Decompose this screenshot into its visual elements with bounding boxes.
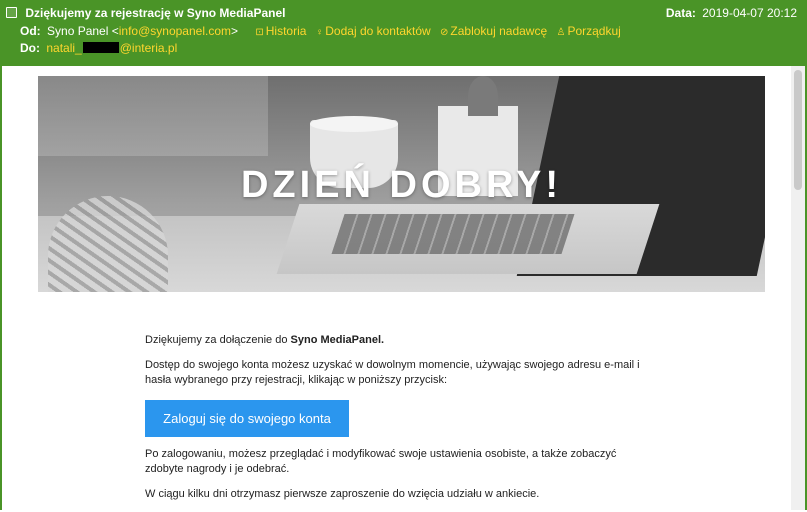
redaction-block [82,42,119,53]
from-name: Syno Panel [47,24,109,38]
add-contact-link[interactable]: ♀ Dodaj do kontaktów [316,24,431,38]
paragraph-thanks: Dziękujemy za dołączenie do Syno MediaPa… [145,334,385,346]
message-subject: Dziękujemy za rejestrację w Syno MediaPa… [25,6,286,20]
date-value: 2019-04-07 20:12 [702,6,797,20]
block-icon: ⊘ [440,27,449,38]
scrollbar-thumb[interactable] [794,70,802,190]
history-icon: ⊡ [255,27,264,38]
message-header: Dziękujemy za rejestrację w Syno MediaPa… [0,0,807,66]
header-actions: ⊡ Historia ♀ Dodaj do kontaktów ⊘ Zablokuj … [249,24,620,38]
hero-window-shape [38,76,268,156]
hero-plant-leaf [468,76,498,116]
to-email-link[interactable]: natali_ @interia.pl [46,41,177,55]
tidy-icon: ♙ [556,27,566,38]
from-label: Od: [20,24,41,38]
vertical-scrollbar[interactable] [791,66,805,510]
brand-name: Syno MediaPanel. [290,334,385,346]
hero-chair-shape [48,196,168,292]
date-row: Data: 2019-04-07 20:12 [666,5,797,21]
add-contact-icon: ♀ [315,27,324,38]
hero-keyboard [331,214,575,254]
to-row: Do: natali_ @interia.pl [20,40,177,56]
paragraph-access: Dostęp do swojego konta możesz uzyskać w… [145,359,640,386]
from-row: Od: Syno Panel <info@synopanel.com> ⊡ His… [20,24,621,38]
message-content: Dziękujemy za dołączenie do Syno MediaPa… [145,333,655,512]
to-label: Do: [20,41,40,55]
login-button[interactable]: Zaloguj się do swojego konta [145,400,349,437]
hero-title: DZIEŃ DOBRY! [240,164,563,206]
hero-banner: DZIEŃ DOBRY! [38,76,765,292]
from-email-link[interactable]: info@synopanel.com [119,24,231,38]
date-label: Data: [665,6,696,20]
paragraph-after-login: Po zalogowaniu, możesz przeglądać i mody… [145,448,617,475]
hero-cup-rim [310,116,398,132]
message-icon [6,7,17,18]
block-sender-link[interactable]: ⊘ Zablokuj nadawcę [440,24,547,38]
history-link[interactable]: ⊡ Historia [255,24,306,38]
tidy-link[interactable]: ♙ Porządkuj [556,24,620,38]
subject-row: Dziękujemy za rejestrację w Syno MediaPa… [6,5,285,21]
paragraph-survey: W ciągu kilku dni otrzymasz pierwsze zap… [145,488,540,500]
